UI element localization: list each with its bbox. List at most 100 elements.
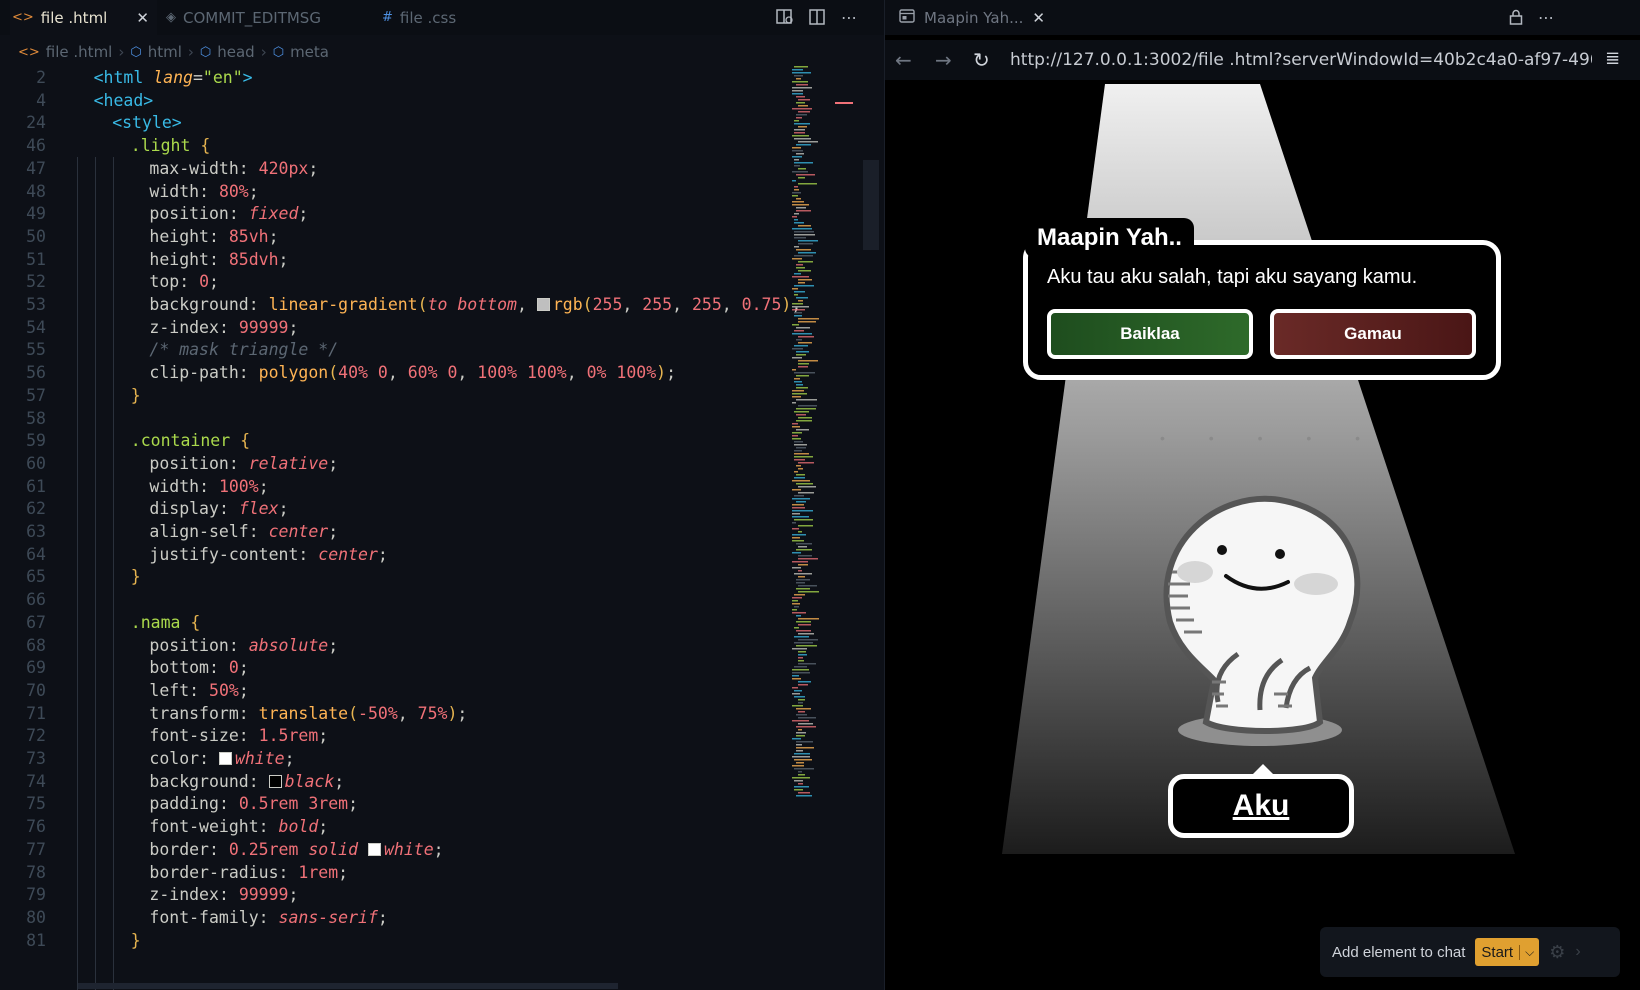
code-line[interactable]: 56 clip-path: polygon(40% 0, 60% 0, 100% … [0, 361, 790, 384]
line-text: width: 100%; [149, 476, 269, 496]
reload-icon[interactable]: ↻ [973, 48, 990, 72]
bubble-message: Aku tau aku salah, tapi aku sayang kamu. [1047, 266, 1418, 288]
code-line[interactable]: 72 font-size: 1.5rem; [0, 724, 790, 747]
page-viewport: • • • • • Maapin Yah.. Aku tau aku salah… [885, 84, 1640, 990]
code-line[interactable]: 4 <head> [0, 88, 790, 112]
line-number: 69 [26, 658, 46, 678]
code-line[interactable]: 61 width: 100%; [0, 475, 790, 498]
code-line[interactable]: 78 border-radius: 1rem; [0, 861, 790, 884]
breadcrumb-item[interactable]: head [217, 43, 254, 61]
url-bar[interactable]: http://127.0.0.1:3002/file .html?serverW… [1010, 50, 1592, 70]
lock-icon[interactable] [1505, 6, 1527, 28]
more-actions-icon[interactable]: ⋯ [1535, 6, 1557, 28]
code-line[interactable]: 2 <html lang="en"> [0, 66, 790, 89]
code-area[interactable]: 47 max-width: 420px; 48 width: 80%; 49 positi… [0, 66, 801, 990]
line-number: 50 [26, 226, 46, 246]
code-line[interactable]: 52 top: 0; [0, 270, 790, 293]
browser-tab-bar: Maapin Yah... ✕ ⋯ [885, 0, 1640, 35]
code-line[interactable]: 58 [0, 407, 790, 430]
open-preview-icon[interactable] [774, 6, 796, 28]
close-icon[interactable]: ✕ [136, 9, 149, 27]
line-text: .light { [130, 136, 211, 156]
code-line[interactable]: 79 z-index: 99999; [0, 883, 790, 906]
color-swatch-icon[interactable] [536, 298, 550, 311]
code-line[interactable]: 55 /* mask triangle */ [0, 338, 790, 361]
code-line[interactable]: 70 left: 50%; [0, 679, 790, 702]
menu-icon[interactable]: ≣ [1605, 48, 1620, 69]
code-line[interactable]: 48 width: 80%; [0, 180, 790, 203]
code-line[interactable]: 73 color: white; [0, 747, 790, 770]
gear-icon[interactable]: ⚙ [1549, 942, 1565, 963]
forward-icon[interactable]: → [935, 48, 952, 72]
code-line[interactable]: 65} [0, 565, 790, 588]
line-number: 77 [26, 839, 46, 859]
tab-commit-editmsg[interactable]: ◈ COMMIT_EDITMSG [162, 0, 352, 35]
line-text: <html lang="en"> [93, 68, 253, 87]
tab-file-css[interactable]: # file .css [382, 0, 502, 35]
line-text: padding: 0.5rem 3rem; [149, 794, 359, 814]
color-swatch-icon[interactable] [367, 842, 381, 856]
code-line[interactable]: 77 border: 0.25rem solid white; [0, 838, 790, 861]
code-line[interactable]: 57} [0, 384, 790, 407]
code-line[interactable]: 75 padding: 0.5rem 3rem; [0, 792, 790, 815]
line-number: 60 [26, 453, 46, 473]
code-line[interactable]: 71 transform: translate(-50%, 75%); [0, 702, 790, 725]
breadcrumb-item[interactable]: html [148, 43, 182, 61]
code-line[interactable]: 66 [0, 588, 790, 611]
code-line[interactable]: 62 display: flex; [0, 497, 790, 520]
ellipsis-dots: • • • • • [1160, 430, 1381, 446]
line-text: <head> [93, 90, 154, 110]
horizontal-scrollbar[interactable] [78, 983, 618, 989]
color-swatch-icon[interactable] [218, 752, 232, 765]
line-number: 57 [26, 385, 46, 405]
line-number: 61 [26, 476, 46, 496]
line-number: 49 [26, 204, 46, 224]
code-line[interactable]: 60 position: relative; [0, 452, 790, 475]
line-number: 4 [36, 90, 46, 110]
line-text: clip-path: polygon(40% 0, 60% 0, 100% 10… [149, 363, 677, 383]
breadcrumb-item[interactable]: meta [290, 43, 329, 61]
code-line[interactable]: 54 z-index: 99999; [0, 316, 790, 339]
line-number: 75 [26, 794, 46, 814]
code-line[interactable]: 67 .nama { [0, 611, 790, 634]
tab-maapin-yah[interactable]: Maapin Yah... ✕ [885, 0, 1045, 35]
code-line[interactable]: 80 font-family: sans-serif; [0, 906, 790, 929]
code-line[interactable]: 81} [0, 929, 790, 952]
code-line[interactable]: 63 align-self: center; [0, 520, 790, 543]
code-line[interactable]: 24 <style> [0, 111, 790, 135]
code-line[interactable]: 46 .light { [0, 134, 790, 158]
tab-file-html[interactable]: <> file .html ✕ [10, 0, 157, 35]
code-editor: <> file .html ✕ ◈ COMMIT_EDITMSG # file … [0, 0, 885, 990]
code-line[interactable]: 69 bottom: 0; [0, 656, 790, 679]
close-icon[interactable]: ✕ [1032, 9, 1045, 27]
code-line[interactable]: 47 max-width: 420px; [0, 157, 790, 180]
code-line[interactable]: 53 background: linear-gradient(to bottom,… [0, 293, 801, 316]
chevron-right-icon[interactable]: › [1575, 943, 1580, 961]
code-line[interactable]: 51 height: 85dvh; [0, 248, 790, 271]
minimap-slider[interactable] [863, 160, 879, 250]
line-number: 56 [26, 363, 46, 383]
breadcrumb-item[interactable]: file .html [46, 43, 113, 61]
code-line[interactable]: 76 font-weight: bold; [0, 815, 790, 838]
gamau-button[interactable]: Gamau [1270, 309, 1476, 359]
line-text: } [130, 930, 141, 950]
more-actions-icon[interactable]: ⋯ [838, 6, 860, 28]
code-line[interactable]: 49 position: fixed; [0, 202, 790, 225]
css-file-icon: # [382, 10, 393, 25]
baiklaa-button[interactable]: Baiklaa [1047, 309, 1253, 359]
split-editor-icon[interactable] [806, 6, 828, 28]
start-button[interactable]: Start ⌵ [1475, 938, 1540, 966]
code-line[interactable]: 74 background: black; [0, 770, 790, 793]
back-icon[interactable]: ← [895, 48, 912, 72]
chevron-down-icon[interactable]: ⌵ [1519, 944, 1539, 960]
line-text: font-family: sans-serif; [149, 907, 388, 927]
line-text: background: black; [149, 771, 345, 791]
code-line[interactable]: 64 justify-content: center; [0, 543, 790, 566]
chevron-right-icon: › [187, 43, 194, 61]
color-swatch-icon[interactable] [268, 774, 282, 788]
tab-label: file .css [399, 8, 457, 27]
line-number: 46 [26, 136, 46, 156]
code-line[interactable]: 50 height: 85vh; [0, 225, 790, 248]
code-line[interactable]: 59 .container { [0, 429, 790, 452]
code-line[interactable]: 68 position: absolute; [0, 634, 790, 657]
